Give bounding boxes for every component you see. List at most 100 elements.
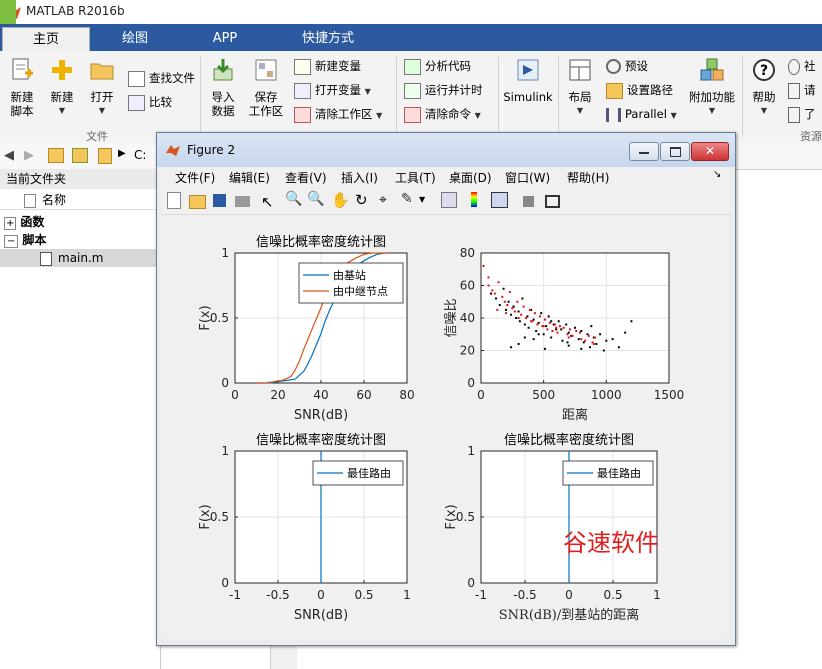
learn-button[interactable]: 了	[788, 105, 816, 123]
scatter-point	[545, 325, 548, 328]
parallel-button[interactable]: Parallel ▼	[606, 105, 677, 123]
community-button[interactable]: 社	[788, 57, 816, 75]
show-plot-tools-icon[interactable]	[545, 195, 560, 208]
brush-dropdown-arrow[interactable]: ▼	[419, 195, 425, 204]
minimize-button[interactable]	[629, 142, 659, 161]
hide-plot-tools-icon[interactable]	[523, 196, 534, 207]
y-tick-label: 40	[460, 311, 475, 325]
link-plot-icon[interactable]	[441, 192, 457, 208]
x-tick-label: 0.5	[603, 588, 622, 602]
tab-shortcuts[interactable]: 快捷方式	[272, 27, 384, 51]
scatter-point	[546, 328, 549, 331]
open-button[interactable]: 打开 ▼	[84, 57, 120, 118]
y-tick-label: 20	[460, 344, 475, 358]
import-data-button[interactable]: 导入 数据	[204, 57, 242, 118]
folder-icon	[98, 148, 112, 164]
pointer-arrow-icon[interactable]: ↖	[261, 193, 274, 211]
x-axis-label: 距离	[562, 407, 588, 423]
save-icon[interactable]	[213, 194, 226, 207]
collapse-minus-icon[interactable]: −	[4, 235, 19, 248]
request-support-button[interactable]: 请	[788, 81, 816, 99]
scatter-point	[550, 336, 553, 339]
simulink-button[interactable]: Simulink	[502, 57, 554, 104]
scatter-point	[491, 289, 494, 292]
folder-item-scripts[interactable]: − 脚本	[4, 231, 46, 249]
menu-tools[interactable]: 工具(T)	[395, 169, 436, 186]
back-arrow-icon[interactable]: ◀	[4, 148, 14, 163]
clear-commands-button[interactable]: 清除命令 ▼	[404, 105, 481, 123]
legend-entry: 最佳路由	[347, 466, 391, 480]
menu-view[interactable]: 查看(V)	[285, 169, 327, 186]
preferences-label: 预设	[625, 59, 648, 73]
y-tick-label: 1	[467, 444, 475, 458]
expand-plus-icon[interactable]: +	[4, 217, 17, 230]
scatter-point	[510, 346, 513, 349]
analyze-code-button[interactable]: 分析代码	[404, 57, 471, 75]
menu-file[interactable]: 文件(F)	[175, 169, 215, 186]
tab-apps[interactable]: APP	[182, 27, 268, 51]
scatter-point	[567, 344, 570, 347]
print-icon[interactable]	[235, 196, 250, 207]
clear-commands-dropdown-arrow: ▼	[474, 111, 481, 120]
new-variable-label: 新建变量	[315, 59, 361, 73]
new-variable-button[interactable]: 新建变量	[294, 57, 361, 75]
browse-folder-icon[interactable]	[72, 148, 88, 163]
menu-desktop[interactable]: 桌面(D)	[449, 169, 492, 186]
help-button[interactable]: ? 帮助 ▼	[746, 57, 782, 118]
new-figure-icon[interactable]	[167, 192, 181, 209]
rotate-3d-icon[interactable]: ↻	[355, 191, 368, 209]
menu-edit[interactable]: 编辑(E)	[229, 169, 270, 186]
tab-home[interactable]: 主页	[2, 27, 90, 52]
file-item-main[interactable]: main.m	[0, 249, 160, 267]
y-tick-label: 0	[467, 376, 475, 390]
up-folder-icon[interactable]	[48, 148, 64, 163]
address-path[interactable]: C:	[134, 148, 146, 162]
zoom-in-icon[interactable]: 🔍	[285, 191, 302, 207]
maximize-button[interactable]	[660, 142, 690, 161]
scatter-point	[584, 339, 587, 342]
menu-insert[interactable]: 插入(I)	[341, 169, 378, 186]
colorbar-icon[interactable]	[471, 192, 477, 207]
menu-dock-arrow-icon[interactable]: ↘	[713, 169, 721, 180]
menu-help[interactable]: 帮助(H)	[567, 169, 609, 186]
addons-label: 附加功能	[689, 90, 735, 104]
scatter-point	[542, 333, 545, 336]
folder-item-functions[interactable]: + 函数	[4, 213, 44, 231]
x-tick-label: -0.5	[266, 588, 289, 602]
pan-hand-icon[interactable]: ✋	[331, 191, 350, 209]
new-script-button[interactable]: 新建 脚本	[4, 57, 40, 118]
help-dropdown-arrow: ▼	[760, 106, 768, 115]
compare-button[interactable]: 比较	[128, 93, 172, 111]
new-button[interactable]: 新建 ▼	[44, 57, 80, 118]
find-files-button[interactable]: 查找文件	[128, 69, 195, 87]
scatter-point	[548, 321, 551, 324]
addons-button[interactable]: 附加功能 ▼	[686, 57, 738, 118]
open-file-icon[interactable]	[189, 195, 206, 209]
column-header-name[interactable]: 名称	[0, 191, 160, 210]
scatter-point	[487, 284, 490, 287]
file-item-label: main.m	[58, 251, 104, 265]
zoom-out-icon[interactable]: 🔍	[307, 191, 324, 207]
figure-canvas: 0 20 40 60 80 0 0.5 1 信噪比概率密度统计图 SNR(dB) F(x) 由基站 由中…	[161, 215, 727, 639]
close-button[interactable]: ✕	[691, 142, 729, 161]
scatter-point	[515, 317, 518, 319]
community-label: 社	[804, 59, 816, 73]
forward-arrow-icon[interactable]: ▶	[24, 148, 34, 163]
clear-workspace-button[interactable]: 清除工作区 ▼	[294, 105, 382, 123]
tab-plots[interactable]: 绘图	[92, 27, 178, 51]
preferences-button[interactable]: 预设	[606, 57, 648, 75]
data-cursor-icon[interactable]: ⌖	[379, 192, 387, 208]
new-variable-icon	[294, 58, 311, 75]
brush-icon[interactable]: ✎	[401, 191, 413, 207]
folder-open-icon	[90, 63, 114, 80]
y-axis-label: F(x)	[198, 504, 213, 529]
m-file-icon	[40, 251, 52, 266]
open-variable-button[interactable]: 打开变量 ▼	[294, 81, 371, 99]
scatter-point	[617, 346, 620, 349]
run-and-time-button[interactable]: 运行并计时	[404, 81, 483, 99]
layout-button[interactable]: 布局 ▼	[562, 57, 598, 118]
menu-window[interactable]: 窗口(W)	[505, 169, 550, 186]
legend-icon[interactable]	[491, 192, 508, 208]
set-path-button[interactable]: 设置路径	[606, 81, 673, 99]
save-workspace-button[interactable]: 保存 工作区	[246, 57, 286, 118]
